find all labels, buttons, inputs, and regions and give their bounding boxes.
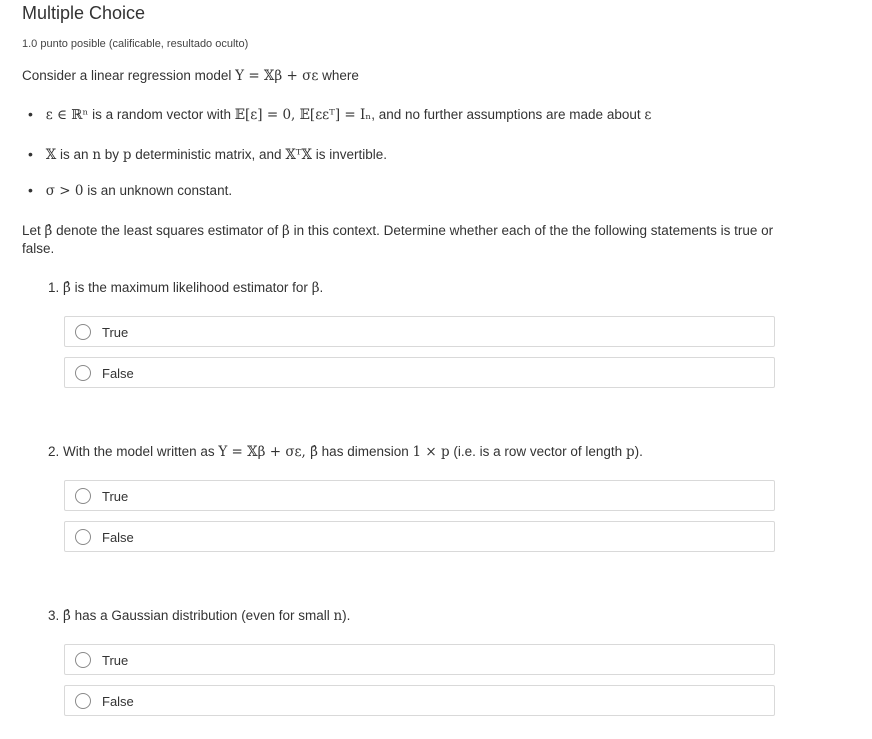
option-label: True [102, 489, 129, 504]
bullet-text: is an [60, 147, 89, 162]
option-label: False [102, 366, 134, 381]
assumption-bullet-2: • 𝕏 is an n by p deterministic matrix, a… [28, 146, 387, 163]
question-text: has dimension [317, 444, 413, 459]
radio-button[interactable] [75, 488, 91, 504]
question-number: 1. [48, 280, 60, 295]
q2-option-true[interactable]: True [64, 480, 775, 511]
question-math: Y = 𝕏β + σε, β̂ [218, 444, 318, 460]
radio-button[interactable] [75, 365, 91, 381]
question-text: With the model written as [63, 444, 219, 459]
assumption-bullet-1: • ε ∈ ℝⁿ is a random vector with 𝔼[ε] = … [28, 106, 651, 123]
bullet-text: is an unknown constant. [87, 183, 233, 198]
q3-option-true[interactable]: True [64, 644, 775, 675]
q2-option-false[interactable]: False [64, 521, 775, 552]
radio-button[interactable] [75, 652, 91, 668]
points-info: 1.0 punto posible (calificable, resultad… [22, 38, 249, 50]
option-label: True [102, 325, 129, 340]
intro-prefix: Consider a linear regression model [22, 68, 232, 83]
bullet-text: , and no further assumptions are made ab… [371, 107, 641, 122]
option-label: False [102, 530, 134, 545]
bullet-text: is a random vector with [92, 107, 231, 122]
bullet-math: σ > 0 [45, 183, 84, 199]
q1-option-true[interactable]: True [64, 316, 775, 347]
question-math: p [625, 444, 635, 460]
para-text: Let [22, 223, 41, 238]
question-math: n [333, 608, 343, 624]
bullet-math: ε ∈ ℝⁿ [45, 107, 89, 123]
bullet-text: is invertible. [315, 147, 387, 162]
bullet-dot: • [28, 182, 33, 198]
question-math: β̂ [63, 608, 71, 624]
question-1-text: 1. β̂ is the maximum likelihood estimato… [48, 280, 323, 296]
q3-option-false[interactable]: False [64, 685, 775, 716]
question-text: (i.e. is a row vector of length [449, 444, 626, 459]
option-label: True [102, 653, 129, 668]
question-number: 2. [48, 444, 60, 459]
bullet-math: n [92, 147, 102, 163]
q1-option-false[interactable]: False [64, 357, 775, 388]
question-text: ). [342, 608, 351, 623]
question-number: 3. [48, 608, 60, 623]
assumption-bullet-3: • σ > 0 is an unknown constant. [28, 182, 232, 199]
problem-intro: Consider a linear regression model Y = 𝕏… [22, 68, 359, 84]
radio-button[interactable] [75, 529, 91, 545]
radio-button[interactable] [75, 324, 91, 340]
question-text: is the maximum likelihood estimator for [70, 280, 312, 295]
intro-suffix: where [322, 68, 359, 83]
bullet-text: deterministic matrix, and [135, 147, 282, 162]
intro-model-equation: Y = 𝕏β + σε [235, 68, 319, 84]
bullet-math: 𝕏ᵀ𝕏 [285, 147, 312, 163]
question-math: 1 × p [412, 444, 450, 460]
question-3-text: 3. β̂ has a Gaussian distribution (even … [48, 608, 350, 624]
para-math: β [282, 223, 290, 239]
bullet-math: ε [644, 107, 652, 123]
question-text: . [319, 280, 324, 295]
bullet-math: p [122, 147, 132, 163]
question-2-text: 2. With the model written as Y = 𝕏β + σε… [48, 444, 643, 460]
option-label: False [102, 694, 134, 709]
bullet-text: by [104, 147, 120, 162]
para-math: β̂ [44, 223, 53, 239]
instructions-paragraph: Let β̂ denote the least squares estimato… [22, 222, 782, 258]
question-math: β [311, 280, 320, 296]
bullet-dot: • [28, 106, 33, 122]
question-text: has a Gaussian distribution (even for sm… [70, 608, 334, 623]
question-math: β̂ [63, 280, 71, 296]
bullet-math: 𝔼[ε] = 0, 𝔼[εεᵀ] = Iₙ [234, 107, 372, 123]
bullet-dot: • [28, 146, 33, 162]
radio-button[interactable] [75, 693, 91, 709]
bullet-math: 𝕏 [45, 147, 57, 163]
problem-title: Multiple Choice [22, 3, 146, 23]
para-text: denote the least squares estimator of [56, 223, 279, 238]
question-text: ). [634, 444, 643, 459]
